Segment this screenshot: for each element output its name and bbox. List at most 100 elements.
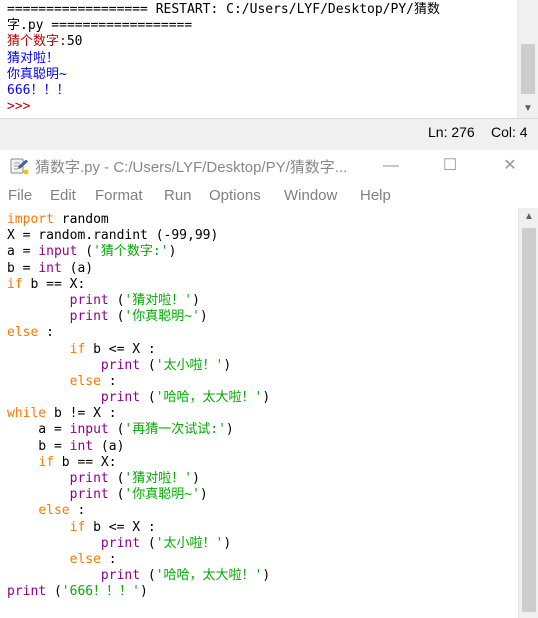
shell-line-text: ================== RESTART: C:/Users/LYF… — [7, 2, 440, 17]
status-bar: Ln: 276 Col: 4 — [0, 118, 538, 145]
code-line: print ('哈哈，太大啦！') — [7, 568, 270, 584]
shell-line: 猜对啦！ — [7, 51, 512, 67]
code-token: print — [100, 390, 141, 406]
code-token: ( — [77, 244, 94, 260]
code-token: a = — [7, 422, 70, 438]
code-token: import — [7, 212, 54, 227]
code-line: print ('太小啦！') — [7, 358, 270, 374]
close-button[interactable]: ✕ — [487, 150, 533, 181]
code-token: ) — [168, 244, 177, 260]
code-line: else : — [7, 552, 270, 568]
code-token: X = random.randint (-99,99) — [7, 228, 219, 244]
shell-line-text: 666！！！ — [7, 83, 70, 99]
code-line: if b <= X : — [7, 520, 270, 536]
menu-bar: File Edit Format Run Options Window Help — [0, 181, 538, 209]
shell-output[interactable]: ================== RESTART: C:/Users/LYF… — [7, 2, 512, 114]
code-line: print ('太小啦！') — [7, 536, 270, 552]
code-token: b != X : — [46, 406, 117, 422]
code-token: input — [69, 422, 109, 438]
shell-line: 666！！！ — [7, 83, 512, 99]
code-token: ( — [140, 535, 156, 551]
menu-help[interactable]: Help — [360, 187, 391, 204]
code-token: int — [69, 438, 94, 454]
window-title: 猜数字.py - C:/Users/LYF/Desktop/PY/猜数字... — [35, 159, 348, 176]
code-line: else : — [7, 374, 270, 390]
code-line: print ('哈哈，太大啦！') — [7, 390, 270, 406]
code-token: input — [38, 244, 78, 260]
status-line: Ln: 276 — [428, 124, 475, 140]
shell-line: 字.py ================== — [7, 18, 512, 34]
code-token: ( — [140, 568, 156, 584]
shell-window: ================== RESTART: C:/Users/LYF… — [0, 0, 538, 145]
shell-line: ================== RESTART: C:/Users/LYF… — [7, 2, 512, 18]
code-token: ) — [223, 357, 232, 373]
editor-title-bar[interactable]: 猜数字.py - C:/Users/LYF/Desktop/PY/猜数字... … — [0, 150, 538, 181]
code-token: (a) — [61, 260, 94, 276]
code-token: b <= X : — [85, 519, 156, 535]
code-token: ( — [108, 471, 125, 486]
code-token: ( — [108, 422, 125, 438]
menu-window[interactable]: Window — [284, 187, 337, 204]
status-column: Col: 4 — [491, 124, 528, 140]
code-line: if b == X: — [7, 277, 270, 293]
code-token: ( — [140, 390, 156, 406]
code-token: else — [38, 503, 70, 519]
chevron-down-icon[interactable]: ▼ — [518, 102, 538, 116]
code-line: b = int (a) — [7, 439, 270, 455]
code-token: ) — [139, 584, 148, 600]
code-token: '猜个数字:' — [93, 244, 169, 260]
shell-line-text: 字.py ================== — [7, 18, 193, 34]
code-token: print — [69, 309, 109, 325]
menu-file[interactable]: File — [8, 187, 32, 204]
code-token: '再猜一次试试:' — [124, 422, 226, 438]
code-line: X = random.randint (-99,99) — [7, 228, 270, 244]
menu-edit[interactable]: Edit — [50, 187, 76, 204]
shell-scroll-thumb[interactable] — [521, 44, 535, 94]
code-line: print ('666！！！') — [7, 584, 270, 600]
menu-run[interactable]: Run — [164, 187, 192, 204]
code-line: if b == X: — [7, 455, 270, 471]
code-token: else — [69, 551, 101, 567]
code-token: : — [69, 503, 86, 519]
minimize-button[interactable]: — — [368, 150, 414, 181]
code-token: ) — [192, 471, 200, 486]
menu-format[interactable]: Format — [95, 187, 143, 204]
shell-line: 猜个数字:50 — [7, 34, 512, 50]
code-token: '猜对啦！' — [124, 292, 193, 308]
code-token: print — [100, 568, 141, 584]
code-token: ) — [223, 535, 232, 551]
editor-scrollbar[interactable]: ▲ — [518, 208, 538, 618]
code-token: '哈哈，太大啦！' — [155, 568, 263, 584]
shell-user-input: 50 — [66, 34, 83, 50]
code-token: print — [7, 584, 47, 600]
shell-line: >>> — [7, 99, 512, 114]
editor-scroll-thumb[interactable] — [522, 228, 536, 612]
code-token: : — [100, 551, 117, 567]
chevron-up-icon[interactable]: ▲ — [519, 210, 538, 224]
code-line: print ('你真聪明~') — [7, 309, 270, 325]
menu-options[interactable]: Options — [209, 187, 261, 204]
code-token: '哈哈，太大啦！' — [155, 390, 263, 406]
code-token: '666！！！' — [61, 584, 140, 600]
code-editor[interactable]: import random X = random.randint (-99,99)… — [0, 208, 518, 618]
code-token: '你真聪明~' — [124, 309, 200, 325]
code-token: else — [69, 373, 101, 389]
maximize-button[interactable]: ☐ — [427, 150, 473, 181]
code-token: a = — [7, 244, 39, 260]
shell-line: 你真聪明~ — [7, 67, 512, 83]
code-token: ( — [46, 584, 62, 600]
code-token: ( — [108, 292, 125, 308]
code-token: print — [69, 487, 109, 503]
code-text[interactable]: import random X = random.randint (-99,99)… — [7, 212, 270, 601]
shell-line-text: 猜对啦！ — [7, 50, 60, 66]
code-token: : — [38, 325, 54, 341]
shell-scrollbar[interactable]: ▼ — [517, 0, 538, 118]
code-token: if — [38, 454, 54, 470]
code-token: ) — [225, 422, 234, 438]
